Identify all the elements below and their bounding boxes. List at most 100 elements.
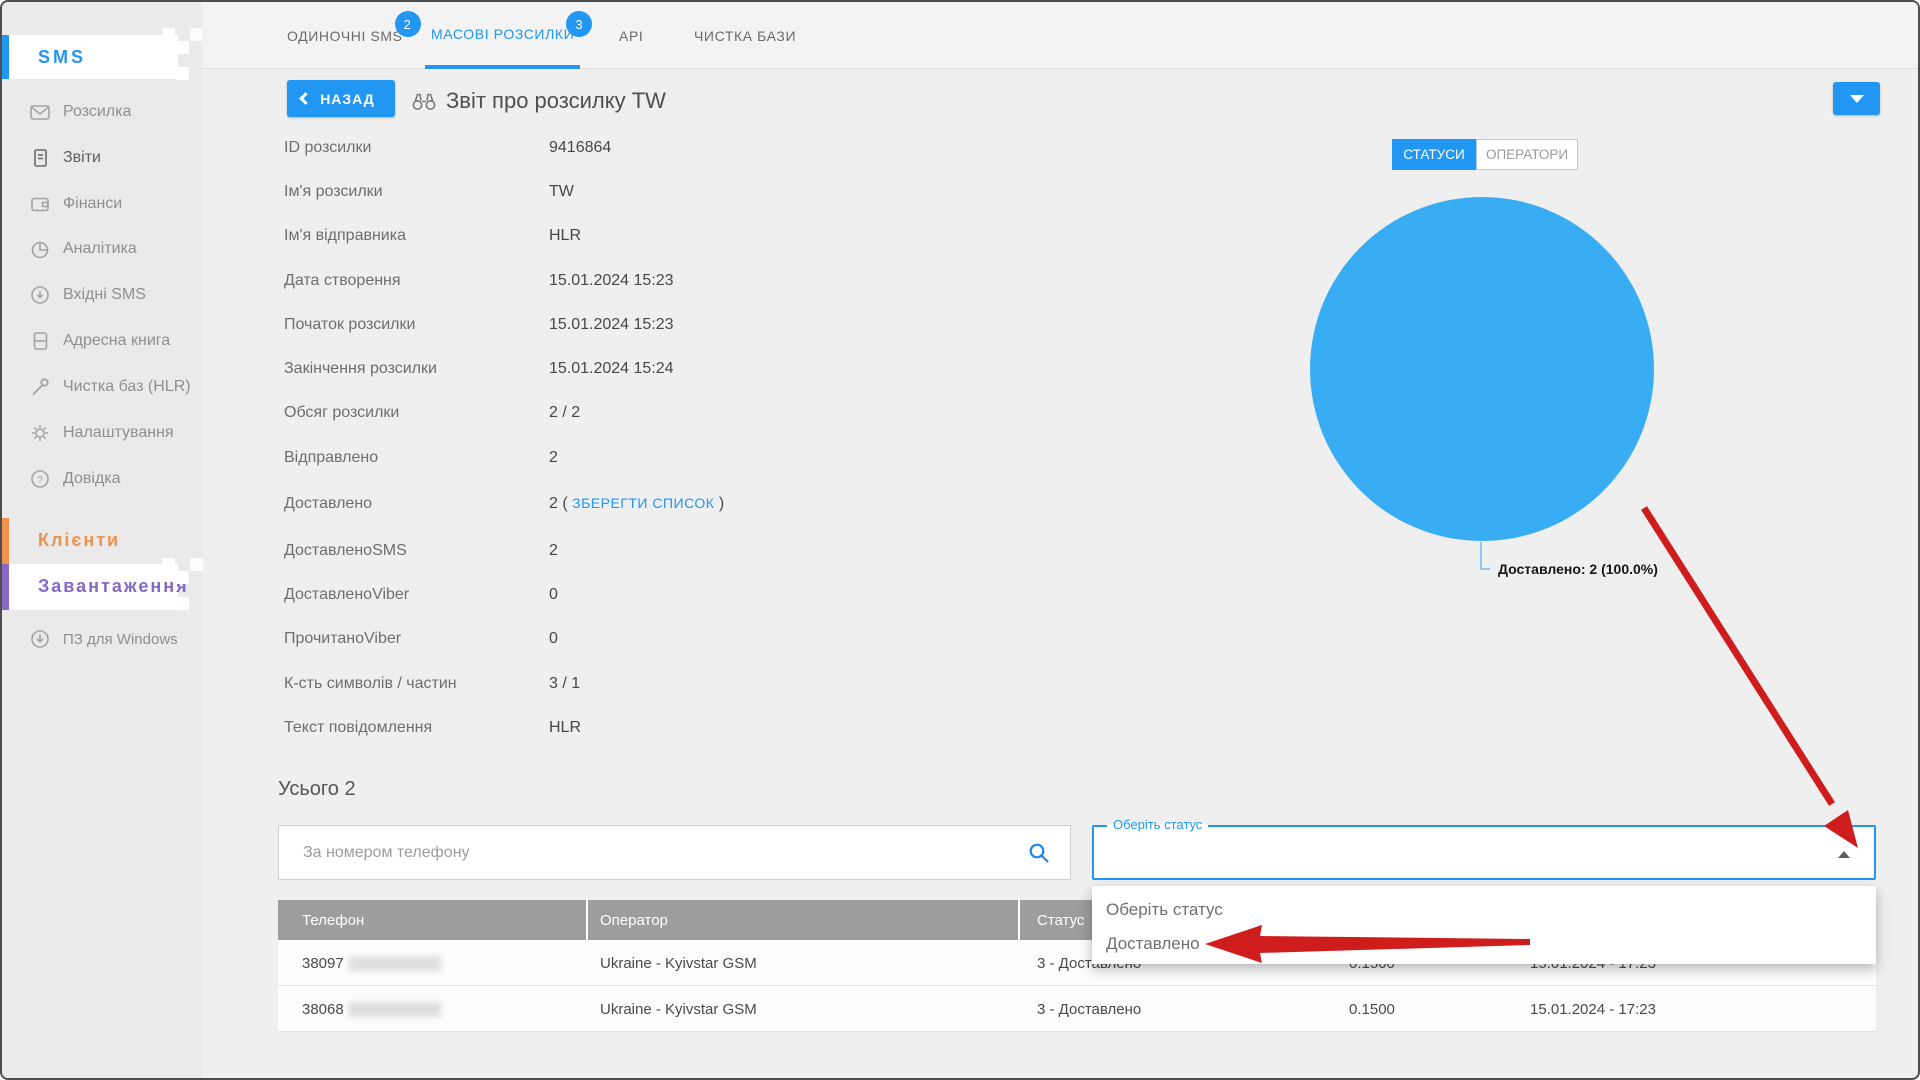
detail-value: 9416864 bbox=[549, 139, 612, 156]
masked-phone-digits bbox=[348, 1001, 441, 1017]
cell-operator: Ukraine - Kyivstar GSM bbox=[600, 1000, 757, 1018]
sidebar-item-rozsylka[interactable]: Розсилка bbox=[2, 97, 202, 127]
sidebar-item-vhidni-sms[interactable]: Вхідні SMS bbox=[2, 280, 202, 310]
status-option-default[interactable]: Оберіть статус bbox=[1106, 893, 1856, 927]
status-option-delivered[interactable]: Доставлено bbox=[1106, 927, 1856, 961]
phone-search-input[interactable] bbox=[303, 826, 1003, 879]
sidebar-section-sms[interactable]: SMS bbox=[2, 35, 178, 79]
detail-label: Дата створення bbox=[284, 272, 401, 289]
pixel-decoration bbox=[176, 571, 189, 584]
pie-callout-line bbox=[1480, 542, 1482, 570]
detail-label: ДоставленоViber bbox=[284, 586, 410, 603]
cell-date: 15.01.2024 - 17:23 bbox=[1530, 1000, 1656, 1018]
detail-row-delivered: Доставлено 2 ( ЗБЕРЕГТИ СПИСОК ) bbox=[284, 495, 1104, 517]
detail-value: 2 ( ЗБЕРЕГТИ СПИСОК ) bbox=[549, 495, 724, 513]
column-separator bbox=[1018, 900, 1020, 940]
detail-row: Закінчення розсилки 15.01.2024 15:24 bbox=[284, 360, 1104, 382]
tab-label: ОДИНОЧНІ SMS bbox=[287, 27, 403, 44]
detail-value: 0 bbox=[549, 630, 558, 647]
sidebar-item-label: Розсилка bbox=[63, 103, 132, 120]
tab-badge: 2 bbox=[394, 11, 421, 37]
sidebar-item-label: Фінанси bbox=[63, 195, 123, 212]
pie-chart-slice-delivered[interactable] bbox=[1310, 197, 1654, 541]
sidebar-item-chystka-baz[interactable]: Чистка баз (HLR) bbox=[2, 372, 202, 402]
sidebar-item-analityka[interactable]: Аналітика bbox=[2, 234, 202, 264]
detail-value: 3 / 1 bbox=[549, 675, 581, 692]
sidebar-section-downloads[interactable]: Завантаження bbox=[38, 576, 189, 597]
sidebar-section-clients[interactable]: Клієнти bbox=[38, 530, 120, 551]
detail-value: 2 / 2 bbox=[549, 404, 581, 421]
detail-label: Доставлено bbox=[284, 495, 373, 512]
tab-masovi-rozsylky[interactable]: МАСОВІ РОЗСИЛКИ 3 bbox=[425, 2, 593, 69]
sidebar-item-dovidka[interactable]: ? Довідка bbox=[2, 464, 202, 494]
pie-callout-line bbox=[1480, 568, 1490, 570]
detail-row: ДоставленоSMS 2 bbox=[284, 542, 1104, 564]
tab-odynochni-sms[interactable]: ОДИНОЧНІ SMS 2 bbox=[281, 2, 421, 69]
phone-search-box bbox=[278, 825, 1071, 880]
sidebar-item-label: Аналітика bbox=[63, 240, 137, 257]
back-button[interactable]: НАЗАД bbox=[287, 80, 395, 117]
sidebar-item-label: Налаштування bbox=[63, 424, 174, 441]
detail-value: HLR bbox=[549, 719, 582, 736]
detail-value: 15.01.2024 15:23 bbox=[549, 272, 674, 289]
detail-label: ПрочитаноViber bbox=[284, 630, 402, 647]
sidebar-item-zvity[interactable]: Звіти bbox=[2, 143, 202, 173]
export-dropdown-button[interactable] bbox=[1833, 82, 1880, 115]
tab-badge: 3 bbox=[566, 11, 593, 37]
col-header-operator: Оператор bbox=[600, 911, 668, 929]
sidebar-item-label: Вхідні SMS bbox=[63, 286, 146, 303]
annotation-arrow-to-dropdown bbox=[1641, 506, 1835, 806]
detail-value: 15.01.2024 15:23 bbox=[549, 316, 674, 333]
total-count-label: Усього 2 bbox=[278, 778, 356, 800]
wallet-icon bbox=[31, 197, 49, 212]
cell-phone: 38097 bbox=[302, 940, 441, 986]
status-select-menu: Оберіть статус Доставлено bbox=[1092, 886, 1876, 964]
pixel-decoration bbox=[162, 54, 175, 67]
pie-callout-label: Доставлено: 2 (100.0%) bbox=[1498, 561, 1658, 577]
back-chevron-icon bbox=[299, 92, 313, 105]
save-list-link[interactable]: ЗБЕРЕГТИ СПИСОК bbox=[572, 495, 714, 511]
detail-label: Відправлено bbox=[284, 449, 379, 466]
detail-value: 15.01.2024 15:24 bbox=[549, 360, 674, 377]
detail-row: ID розсилки 9416864 bbox=[284, 139, 1104, 161]
pixel-decoration bbox=[190, 558, 203, 571]
pixel-decoration bbox=[176, 41, 189, 54]
chart-toggle-statuses[interactable]: СТАТУСИ bbox=[1392, 139, 1476, 170]
detail-row: ДоставленоViber 0 bbox=[284, 586, 1104, 608]
sidebar-item-adresna-knyga[interactable]: Адресна книга bbox=[2, 326, 202, 356]
detail-label: К-сть символів / частин bbox=[284, 675, 457, 692]
tab-api[interactable]: API bbox=[613, 2, 649, 69]
detail-label: ID розсилки bbox=[284, 139, 372, 156]
cell-phone: 38068 bbox=[302, 986, 441, 1032]
pixel-decoration bbox=[176, 597, 189, 610]
page-title: Звіт про розсилку TW bbox=[446, 88, 666, 113]
delivered-suffix: ) bbox=[718, 495, 725, 512]
sidebar-item-pz-windows[interactable]: ПЗ для Windows bbox=[2, 624, 202, 654]
status-select[interactable]: Оберіть статус bbox=[1092, 817, 1876, 880]
tab-chystka-bazy[interactable]: ЧИСТКА БАЗИ bbox=[688, 2, 802, 69]
detail-label: Закінчення розсилки bbox=[284, 360, 437, 377]
pixel-decoration bbox=[162, 28, 175, 41]
detail-label: Текст повідомлення bbox=[284, 719, 433, 736]
detail-row: Дата створення 15.01.2024 15:23 bbox=[284, 272, 1104, 294]
pie-chart-icon bbox=[31, 241, 49, 259]
app-window: SMS Розсилка Звіти Фінанси Аналітика Вхі… bbox=[0, 0, 1920, 1080]
sms-accent-bar bbox=[2, 35, 9, 79]
download-icon bbox=[31, 630, 49, 648]
chart-toggle-operators[interactable]: ОПЕРАТОРИ bbox=[1476, 139, 1578, 170]
caret-up-icon bbox=[1838, 851, 1850, 858]
search-icon[interactable] bbox=[1028, 842, 1050, 864]
detail-row: Ім'я розсилки TW bbox=[284, 183, 1104, 205]
detail-row: Ім'я відправника HLR bbox=[284, 227, 1104, 249]
detail-label: ДоставленоSMS bbox=[284, 542, 407, 559]
sidebar-item-nalashtuvannya[interactable]: Налаштування bbox=[2, 418, 202, 448]
detail-label: Початок розсилки bbox=[284, 316, 416, 333]
detail-label: Ім'я відправника bbox=[284, 227, 406, 244]
col-header-phone: Телефон bbox=[302, 911, 365, 929]
detail-value: 2 bbox=[549, 542, 558, 559]
caret-down-icon bbox=[1849, 94, 1864, 103]
detail-value: TW bbox=[549, 183, 574, 200]
binoculars-icon bbox=[412, 93, 436, 110]
sidebar-item-finansy[interactable]: Фінанси bbox=[2, 189, 202, 219]
detail-value: 0 bbox=[549, 586, 558, 603]
